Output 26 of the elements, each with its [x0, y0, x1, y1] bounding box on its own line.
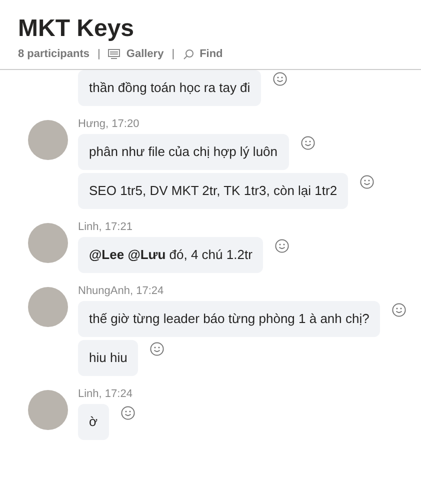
gallery-icon[interactable] — [108, 49, 120, 59]
chat-title: MKT Keys — [18, 14, 136, 44]
sender-time: NhungAnh, 17:24 — [78, 284, 165, 298]
sender-time: Linh, 17:24 — [78, 387, 134, 401]
emoji-reaction-icon[interactable] — [150, 342, 164, 356]
message-bubble: SEO 1tr5, DV MKT 2tr, TK 1tr3, còn lại 1tr2 — [78, 173, 348, 209]
search-icon[interactable] — [182, 48, 194, 60]
emoji-reaction-icon[interactable] — [360, 175, 374, 189]
separator: | — [172, 48, 175, 60]
emoji-reaction-icon[interactable] — [392, 303, 406, 317]
emoji-reaction-icon[interactable] — [120, 406, 135, 420]
gallery-link[interactable]: Gallery — [126, 48, 164, 60]
find-link[interactable]: Find — [200, 48, 223, 60]
message-bubble: thần đồng toán học ra tay đi — [78, 70, 262, 106]
emoji-reaction-icon[interactable] — [300, 136, 315, 150]
sender-time: Linh, 17:21 — [78, 220, 134, 234]
emoji-reaction-icon[interactable] — [273, 72, 288, 86]
message-bubble: hiu hiu — [78, 340, 138, 376]
message-bubble: phân như file của chị hợp lý luôn — [78, 134, 289, 170]
message-bubble: thế giờ từng leader báo từng phòng 1 à anh chị? — [78, 301, 380, 337]
emoji-reaction-icon[interactable] — [275, 239, 290, 253]
participants-count[interactable]: 8 participants — [18, 48, 90, 60]
message-bubble: @Lee @Lưu đó, 4 chú 1.2tr — [78, 237, 264, 273]
separator: | — [98, 48, 100, 60]
message-bubble: ờ — [78, 404, 109, 440]
sender-time: Hưng, 17:20 — [78, 117, 140, 131]
